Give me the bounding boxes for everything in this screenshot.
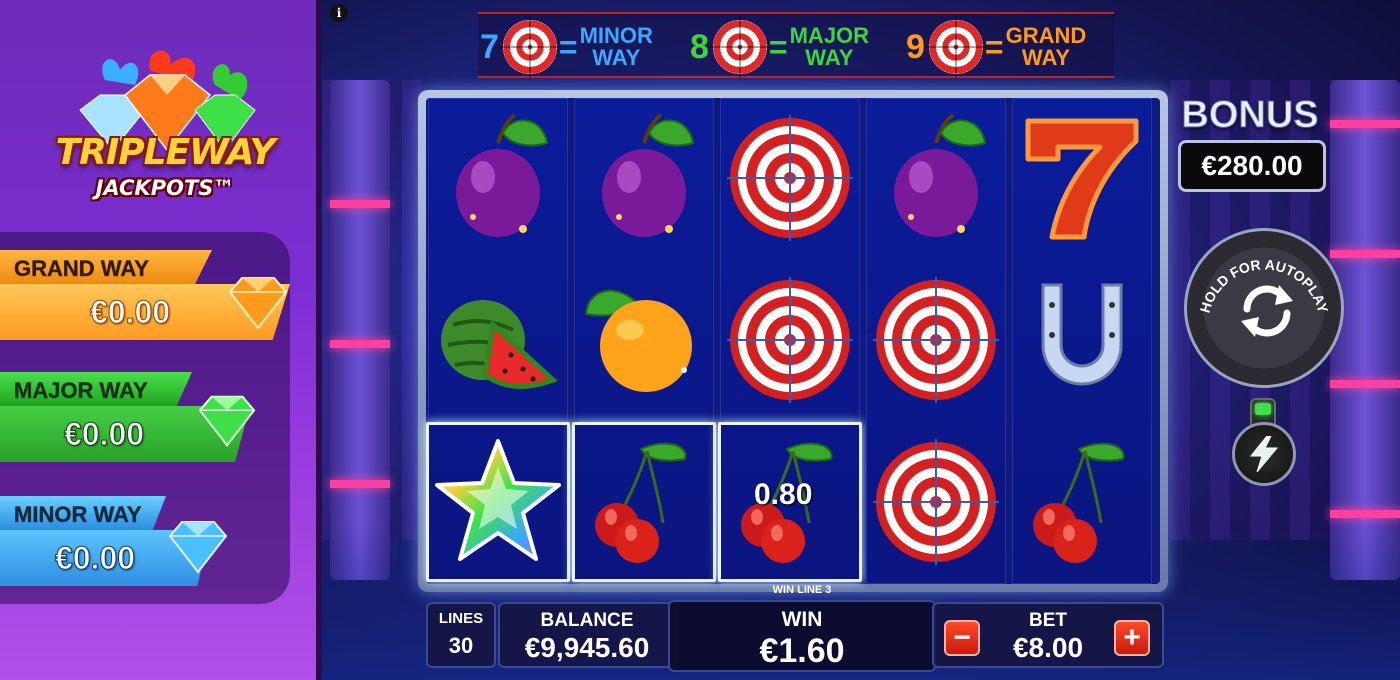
- reel-symbol-target: [718, 98, 862, 258]
- banner-major-count: 8: [690, 27, 709, 66]
- horseshoe-icon: [1041, 283, 1123, 386]
- reel-symbol-target: [718, 260, 862, 420]
- green-gem-icon: [198, 395, 256, 447]
- jackpot-panel: TRIPLEWAY JACKPOTS™ GRAND WAY €0.00 MAJO…: [0, 0, 322, 680]
- plum-icon: [456, 113, 549, 237]
- reel-symbol-star: [426, 422, 570, 582]
- seven-icon: [1025, 118, 1139, 240]
- reel-symbol-horseshoe: [1010, 260, 1154, 420]
- banner-major-rule: 8 = MAJOR WAY: [690, 20, 869, 74]
- banner-major-label-line1: MAJOR: [789, 23, 870, 48]
- bonus-title: BONUS: [1181, 94, 1319, 137]
- banner-minor-count: 7: [480, 27, 499, 66]
- jackpot-minor-label: MINOR WAY: [0, 496, 166, 530]
- reel-symbol-seven: [1010, 98, 1154, 258]
- bet-display: BET €8.00 − +: [932, 602, 1164, 668]
- reel-symbol-plum: [864, 98, 1008, 258]
- turbo-button[interactable]: [1232, 422, 1296, 486]
- target-icon: [727, 115, 853, 241]
- blue-gem-icon: [168, 521, 228, 574]
- game-stage: TRIPLEWAY JACKPOTS™ GRAND WAY €0.00 MAJO…: [0, 0, 1400, 680]
- bet-decrease-button[interactable]: −: [944, 620, 980, 656]
- reel-symbol-plum: [572, 98, 716, 258]
- reel-symbol-cherries: [572, 422, 716, 582]
- balance-value: €9,945.60: [524, 632, 650, 663]
- symbol-win-amount: 0.80: [754, 478, 813, 511]
- target-icon: [873, 439, 999, 565]
- balance-display: BALANCE €9,945.60: [498, 602, 676, 668]
- plum-icon: [602, 113, 695, 237]
- reel-symbol-cherries: [1010, 422, 1154, 582]
- banner-grand-label-line2: WAY: [1021, 45, 1070, 70]
- banner-equals: =: [984, 28, 1004, 65]
- background-pillar-left: [330, 80, 390, 580]
- banner-grand-count: 9: [906, 27, 925, 66]
- way-rules-banner: 7 = MINOR WAY 8 = MAJOR WAY 9 = GRAND WA…: [478, 12, 1114, 78]
- logo-title: TRIPLEWAY: [55, 132, 276, 173]
- target-icon: [502, 20, 557, 74]
- banner-equals: =: [558, 28, 578, 65]
- reel-grid[interactable]: 0.80: [426, 98, 1160, 584]
- spin-autoplay-button[interactable]: HOLD FOR AUTOPLAY: [1184, 228, 1344, 388]
- logo-subtitle: JACKPOTS™: [95, 176, 235, 200]
- bonus-value: €280.00: [1178, 140, 1326, 192]
- refresh-icon: [1241, 285, 1293, 337]
- cherries-icon: [595, 442, 687, 563]
- banner-minor-label: MINOR WAY: [580, 25, 653, 69]
- banner-grand-label: GRAND WAY: [1006, 25, 1087, 69]
- win-value: €1.60: [759, 632, 845, 670]
- jackpot-grand-label: GRAND WAY: [0, 250, 212, 284]
- win-label: WIN: [781, 608, 823, 631]
- orange-icon: [584, 289, 692, 392]
- lines-display: LINES 30: [426, 602, 496, 668]
- lines-label: LINES: [438, 610, 484, 627]
- banner-minor-rule: 7 = MINOR WAY: [480, 20, 653, 74]
- info-button[interactable]: i: [330, 4, 348, 22]
- banner-major-label: MAJOR WAY: [790, 25, 869, 69]
- game-logo: TRIPLEWAY JACKPOTS™: [20, 40, 300, 215]
- orange-gem-icon: [228, 277, 288, 330]
- target-icon: [928, 20, 983, 74]
- lines-value: 30: [448, 633, 474, 658]
- reel-symbol-watermelon: [426, 260, 570, 420]
- balance-label: BALANCE: [540, 610, 634, 631]
- plum-icon: [894, 113, 987, 237]
- banner-minor-label-line2: WAY: [592, 45, 641, 70]
- banner-grand-label-line1: GRAND: [1005, 23, 1087, 48]
- win-display: WIN €1.60: [668, 600, 936, 672]
- banner-major-label-line2: WAY: [805, 45, 854, 70]
- banner-minor-label-line1: MINOR: [579, 23, 653, 48]
- target-icon: [727, 277, 853, 403]
- target-icon: [712, 20, 767, 74]
- lightning-icon: [1249, 436, 1279, 472]
- banner-equals: =: [768, 28, 788, 65]
- cherries-icon: [1033, 442, 1125, 563]
- bet-increase-button[interactable]: +: [1114, 620, 1150, 656]
- reel-symbol-plum: [426, 98, 570, 258]
- bottom-bar: LINES 30 BALANCE €9,945.60 WIN €1.60 WIN…: [418, 584, 1164, 676]
- banner-grand-rule: 9 = GRAND WAY: [906, 20, 1086, 74]
- reel-symbol-target: [864, 422, 1008, 582]
- reel-symbol-target: [864, 260, 1008, 420]
- jackpot-major-label: MAJOR WAY: [0, 372, 192, 406]
- reel-frame: 0.80: [418, 90, 1168, 592]
- target-icon: [873, 277, 999, 403]
- reel-symbol-orange: [572, 260, 716, 420]
- watermelon-icon: [441, 300, 558, 389]
- star-icon: [435, 439, 561, 561]
- win-line-indicator: WIN LINE 3: [772, 584, 832, 596]
